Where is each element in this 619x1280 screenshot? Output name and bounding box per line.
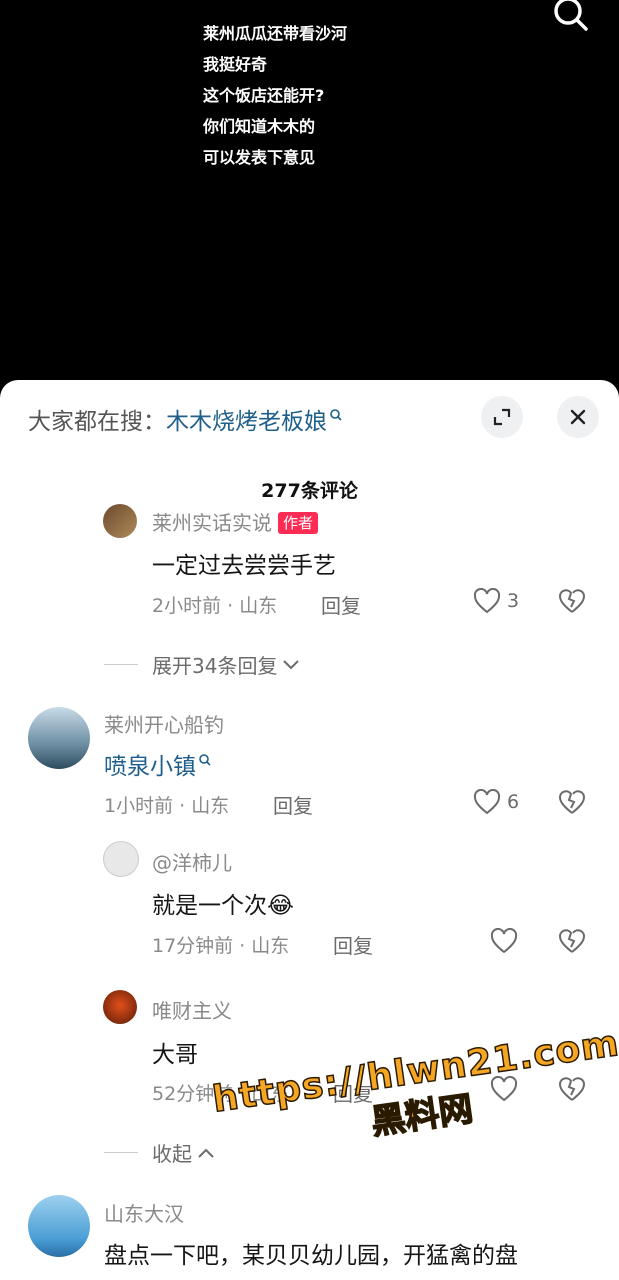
dislike-button[interactable] [557,588,587,618]
caption-line: 可以发表下意见 [203,148,316,167]
comment-text: 大哥 [152,1042,198,1068]
comment-text: 一定过去尝尝手艺 [152,553,336,579]
avatar[interactable] [103,841,139,877]
comment-time-location: 1小时前 · 山东 [104,795,230,817]
divider [104,664,138,665]
comment-time-location: 52分钟前 · 山东 [152,1083,290,1105]
video-caption: 莱州瓜瓜还带看沙河 我挺好奇 这个饭店还能开? 你们知道木木的 可以发表下意见 [203,18,347,173]
heart-icon [473,789,501,815]
broken-heart-icon [558,929,586,953]
video-area[interactable]: 莱州瓜瓜还带看沙河 我挺好奇 这个饭店还能开? 你们知道木木的 可以发表下意见 [0,0,619,380]
heart-icon [473,588,501,614]
comment-time-location: 2小时前 · 山东 [152,595,278,617]
comment-username[interactable]: 山东大汉 [104,1198,184,1227]
search-icon [329,402,343,428]
broken-heart-icon [558,589,586,613]
expand-fullscreen-button[interactable] [481,396,523,438]
search-icon [198,747,212,773]
caption-line: 我挺好奇 [203,55,268,74]
comment-username[interactable]: 唯财主义 [152,995,232,1024]
avatar[interactable] [28,1195,90,1257]
broken-heart-icon [558,1077,586,1101]
comment-text-link[interactable]: 喷泉小镇 [104,747,212,781]
reply-button[interactable]: 回复 [273,790,313,819]
comment-sheet: 大家都在搜：木木烧烤老板娘 277条评论 莱州实话实说 作者 一定过去尝尝手艺 2… [0,380,619,1280]
divider [104,1152,138,1153]
reply-button[interactable]: 回复 [321,590,361,619]
search-icon[interactable] [551,0,591,34]
comment-username[interactable]: @洋柿儿 [152,847,232,876]
hot-search-bar[interactable]: 大家都在搜：木木烧烤老板娘 [28,402,343,436]
like-count: 6 [507,791,520,813]
close-button[interactable] [557,396,599,438]
comment-text: 盘点一下吧，某贝贝幼儿园，开猛禽的盘 [104,1243,518,1269]
caption-line: 你们知道木木的 [203,117,316,136]
heart-icon [490,1076,518,1102]
avatar[interactable] [103,990,137,1024]
close-icon [570,409,586,425]
like-button[interactable] [490,928,518,954]
caption-line: 这个饭店还能开? [203,86,325,105]
avatar[interactable] [28,707,90,769]
heart-icon [490,928,518,954]
comment-count: 277条评论 [261,480,358,502]
reply-button[interactable]: 回复 [333,930,373,959]
like-button[interactable]: 3 [473,588,519,614]
like-button[interactable]: 6 [473,789,519,815]
avatar[interactable] [103,504,137,538]
like-count: 3 [507,590,520,612]
broken-heart-icon [558,790,586,814]
like-button[interactable] [490,1076,518,1102]
chevron-down-icon [283,659,300,669]
chevron-up-icon [198,1148,214,1158]
hot-search-prefix: 大家都在搜： [28,409,166,435]
expand-icon [493,408,511,426]
comment-time-location: 17分钟前 · 山东 [152,935,290,957]
expand-replies-button[interactable]: 展开34条回复 [104,650,301,679]
dislike-button[interactable] [557,1076,587,1106]
dislike-button[interactable] [557,789,587,819]
comment-username[interactable]: 莱州开心船钓 [104,709,224,738]
comment-text: 就是一个次😂 [152,893,294,919]
laughing-emoji-icon: 😂 [267,893,294,919]
comment-username[interactable]: 莱州实话实说 作者 [152,507,319,536]
collapse-replies-button[interactable]: 收起 [104,1138,216,1167]
author-badge: 作者 [278,512,319,534]
caption-line: 莱州瓜瓜还带看沙河 [203,24,348,43]
hot-search-keyword[interactable]: 木木烧烤老板娘 [166,409,327,435]
dislike-button[interactable] [557,928,587,958]
reply-button[interactable]: 回复 [333,1078,373,1107]
